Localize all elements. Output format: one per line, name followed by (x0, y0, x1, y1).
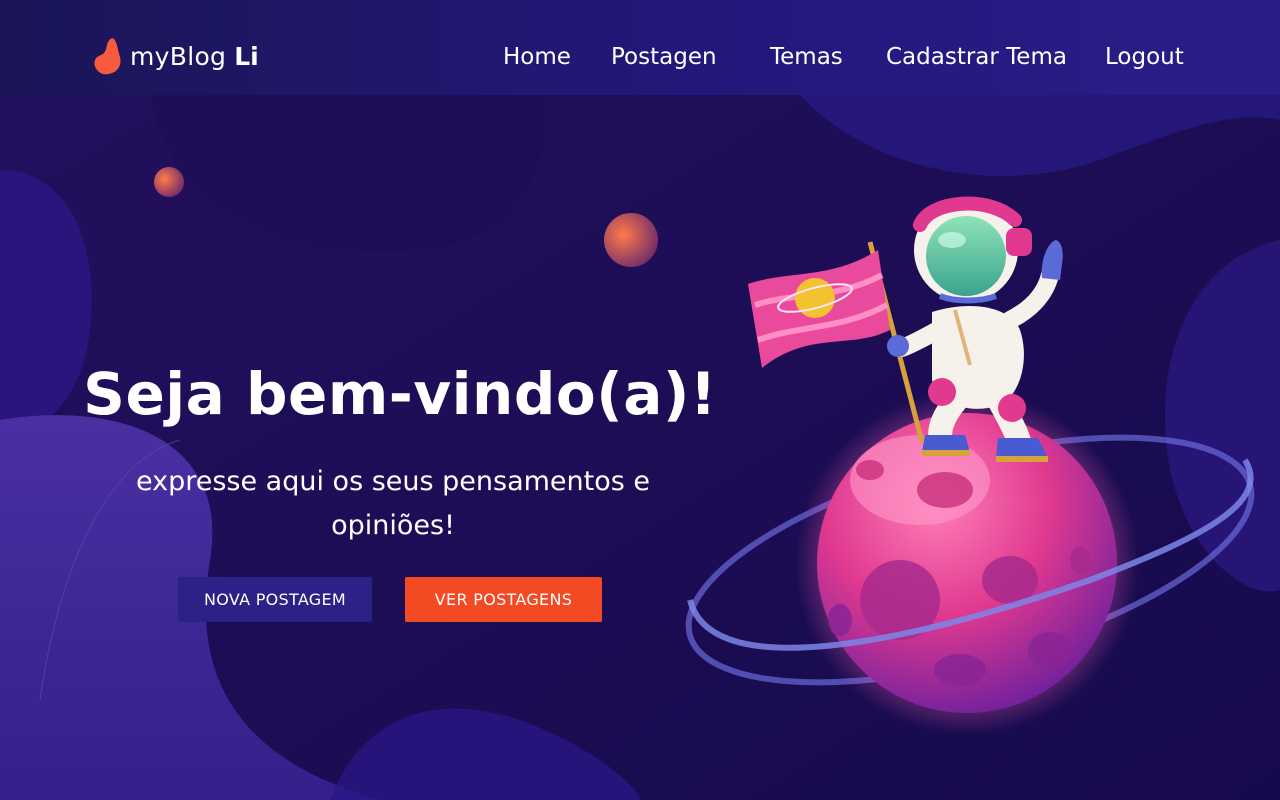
new-post-button[interactable]: NOVA POSTAGEM (178, 577, 372, 622)
small-moon-icon (154, 167, 184, 197)
hero-subtitle: expresse aqui os seus pensamentos e opin… (135, 466, 651, 541)
astronaut-planet-illustration (685, 196, 1255, 735)
landing-page: myBlog Li Home Postagen Temas Cadastrar … (0, 0, 1280, 800)
nav-item-home[interactable]: Home (503, 44, 571, 70)
brand-name: myBlog (130, 41, 227, 71)
view-posts-button[interactable]: VER POSTAGENS (405, 577, 602, 622)
nav-item-temas[interactable]: Temas (770, 44, 843, 70)
flame-logo-icon (94, 38, 121, 75)
right-glove-icon (1041, 240, 1063, 280)
brand-logo[interactable]: myBlog Li (92, 34, 259, 78)
nav-item-postagen[interactable]: Postagen (611, 44, 717, 70)
left-glove-icon (887, 335, 909, 357)
nav-item-cadastrar-tema[interactable]: Cadastrar Tema (886, 44, 1067, 70)
nav-item-logout[interactable]: Logout (1105, 44, 1184, 70)
top-navbar: myBlog Li Home Postagen Temas Cadastrar … (0, 0, 1280, 95)
brand-suffix: Li (234, 41, 259, 71)
left-boot-icon (922, 435, 970, 452)
hero-title: Seja bem-vindo(a)! (83, 360, 717, 428)
moon-icon (604, 213, 658, 267)
visor-icon (926, 216, 1006, 296)
